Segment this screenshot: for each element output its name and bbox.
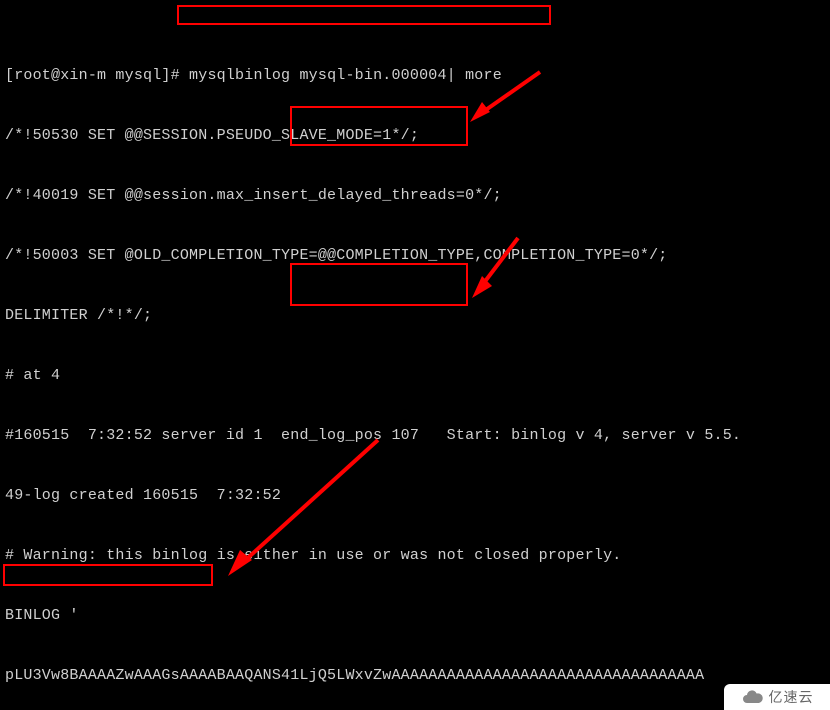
- highlight-cmd-box: [177, 5, 551, 25]
- highlight-create-db-xin: [3, 564, 213, 586]
- output-line: pLU3Vw8BAAAAZwAAAGsAAAABAAQANS41LjQ5LWxv…: [5, 666, 825, 686]
- output-line: /*!40019 SET @@session.max_insert_delaye…: [5, 186, 825, 206]
- output-line: DELIMITER /*!*/;: [5, 306, 825, 326]
- watermark-logo: 亿速云: [724, 684, 830, 710]
- output-line: #160515 7:32:52 server id 1 end_log_pos …: [5, 426, 825, 446]
- terminal-window[interactable]: [root@xin-m mysql]# mysqlbinlog mysql-bi…: [0, 0, 830, 710]
- output-line: # at 4: [5, 366, 825, 386]
- output-line: 49-log created 160515 7:32:52: [5, 486, 825, 506]
- output-line: # Warning: this binlog is either in use …: [5, 546, 825, 566]
- output-line: /*!50530 SET @@SESSION.PSEUDO_SLAVE_MODE…: [5, 126, 825, 146]
- prompt-line: [root@xin-m mysql]# mysqlbinlog mysql-bi…: [5, 66, 825, 86]
- arrow-to-188: [460, 228, 530, 306]
- logo-text: 亿速云: [769, 687, 814, 707]
- prompt-command: # mysqlbinlog mysql-bin.000004| more: [171, 67, 502, 84]
- prompt-user: [root@xin-m mysql]: [5, 67, 171, 84]
- output-line: /*!50003 SET @OLD_COMPLETION_TYPE=@@COMP…: [5, 246, 825, 266]
- highlight-end-log-pos-188: [290, 263, 468, 306]
- output-line: BINLOG ': [5, 606, 825, 626]
- end-log-pos-value: end_log_pos 107: [281, 427, 419, 444]
- cloud-icon: [741, 689, 765, 705]
